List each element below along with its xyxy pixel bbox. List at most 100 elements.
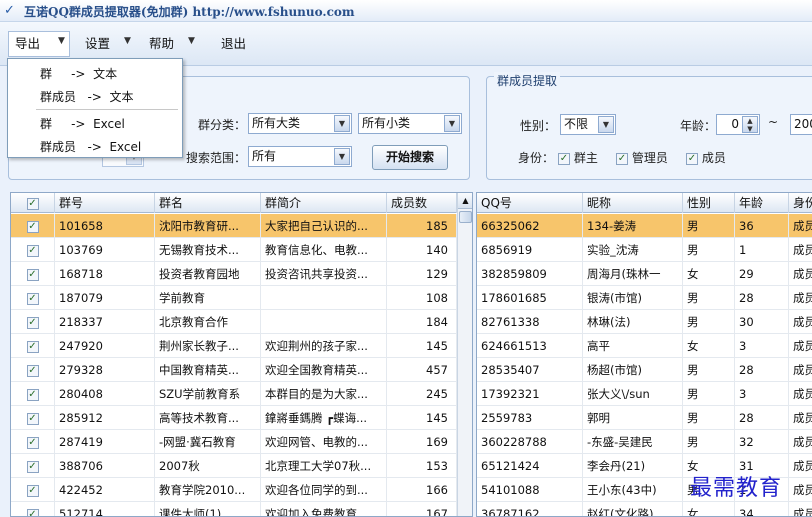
row-checkbox[interactable]: ✓: [11, 358, 55, 382]
export-members-text[interactable]: 群成员 -> 文本: [40, 88, 133, 105]
col-nickname[interactable]: 昵称: [583, 193, 683, 213]
role-cell: 成员: [789, 502, 812, 516]
gender-select[interactable]: 不限 ▼: [560, 114, 616, 135]
row-checkbox[interactable]: ✓: [11, 286, 55, 310]
menu-exit[interactable]: 退出: [214, 31, 253, 57]
member-count-cell: 166: [387, 478, 457, 502]
member-count-cell: 169: [387, 430, 457, 454]
group-intro-cell: [261, 310, 387, 334]
table-row[interactable]: 36787162赵红(文化路)女34成员: [477, 502, 812, 516]
table-row[interactable]: 382859809周海月(珠林一女29成员: [477, 262, 812, 286]
qq-cell: 382859809: [477, 262, 583, 286]
export-members-excel[interactable]: 群成员 -> Excel: [40, 138, 141, 155]
table-row[interactable]: ✓ 287419 -网盟·冀石教育 欢迎网管、电教的... 169: [11, 430, 457, 454]
menu-settings[interactable]: 设置: [78, 31, 117, 57]
age-from-input[interactable]: 0 ▲ ▼: [716, 114, 760, 135]
role-member-checkbox[interactable]: ✓ 成员: [686, 149, 726, 166]
category-select[interactable]: 所有大类 ▼: [248, 113, 352, 134]
table-row[interactable]: 178601685银涛(市馆)男28成员: [477, 286, 812, 310]
export-groups-text[interactable]: 群 -> 文本: [40, 65, 117, 82]
nickname-cell: 银涛(市馆): [583, 286, 683, 310]
table-row[interactable]: 82761338林琳(法)男30成员: [477, 310, 812, 334]
row-checkbox[interactable]: ✓: [11, 238, 55, 262]
table-row[interactable]: ✓ 422452 教育学院2010... 欢迎各位同学的到... 166: [11, 478, 457, 502]
col-group-id[interactable]: 群号: [55, 193, 155, 213]
scroll-thumb[interactable]: [459, 211, 472, 223]
role-cell: 成员: [789, 454, 812, 478]
role-cell: 成员: [789, 238, 812, 262]
col-group-name[interactable]: 群名: [155, 193, 261, 213]
table-row[interactable]: ✓ 279328 中国教育精英... 欢迎全国教育精英... 457: [11, 358, 457, 382]
export-groups-excel[interactable]: 群 -> Excel: [40, 115, 125, 132]
table-row[interactable]: 28535407杨超(市馆)男28成员: [477, 358, 812, 382]
select-all-checkbox[interactable]: ✓: [11, 193, 55, 213]
groups-scrollbar[interactable]: ▲: [457, 193, 472, 516]
scroll-up-icon[interactable]: ▲: [458, 193, 472, 209]
row-checkbox[interactable]: ✓: [11, 334, 55, 358]
role-cell: 成员: [789, 214, 812, 238]
table-row[interactable]: 17392321张大义\/sun男3成员: [477, 382, 812, 406]
member-count-cell: 167: [387, 502, 457, 516]
col-gender[interactable]: 性别: [683, 193, 735, 213]
subcategory-select[interactable]: 所有小类 ▼: [358, 113, 462, 134]
group-intro-cell: 大家把自己认识的...: [261, 214, 387, 238]
row-checkbox[interactable]: ✓: [11, 454, 55, 478]
nickname-cell: 郭明: [583, 406, 683, 430]
table-row[interactable]: ✓ 103769 无锡教育技术... 教育信息化、电教... 140: [11, 238, 457, 262]
group-name-cell: 教育学院2010...: [155, 478, 261, 502]
row-checkbox[interactable]: ✓: [11, 502, 55, 516]
group-id-cell: 388706: [55, 454, 155, 478]
row-checkbox[interactable]: ✓: [11, 262, 55, 286]
row-checkbox[interactable]: ✓: [11, 430, 55, 454]
scope-select[interactable]: 所有 ▼: [248, 146, 352, 167]
group-intro-cell: 欢迎各位同学的到...: [261, 478, 387, 502]
role-cell: 成员: [789, 406, 812, 430]
table-row[interactable]: ✓ 168718 投资者教育园地 投资咨讯共享投资... 129: [11, 262, 457, 286]
col-group-intro[interactable]: 群简介: [261, 193, 387, 213]
table-row[interactable]: 624661513高平女3成员: [477, 334, 812, 358]
check-icon: ✓: [26, 244, 39, 257]
col-qq[interactable]: QQ号: [477, 193, 583, 213]
start-search-button[interactable]: 开始搜索: [372, 145, 448, 170]
row-checkbox[interactable]: ✓: [11, 406, 55, 430]
table-row[interactable]: ✓ 247920 荆州家长教子... 欢迎荆州的孩子家... 145: [11, 334, 457, 358]
table-row[interactable]: 66325062134-姜涛男36成员: [477, 214, 812, 238]
check-icon: ✓: [26, 508, 39, 516]
col-age[interactable]: 年龄: [735, 193, 789, 213]
table-row[interactable]: ✓ 285912 高等技术教育... 鎿嶈垂鎷腾 ┏蝶诲... 145: [11, 406, 457, 430]
groups-table-header: ✓ 群号 群名 群简介 成员数: [11, 193, 457, 213]
check-icon: ✓: [558, 152, 570, 165]
table-row[interactable]: ✓ 512714 课件大师(1) 欢迎加入免费教育... 167: [11, 502, 457, 516]
table-row[interactable]: ✓ 101658 沈阳市教育研... 大家把自己认识的... 185: [11, 214, 457, 238]
table-row[interactable]: ✓ 187079 学前教育 108: [11, 286, 457, 310]
table-row[interactable]: 6856919实验_沈涛男1成员: [477, 238, 812, 262]
age-cell: 34: [735, 502, 789, 516]
group-intro-cell: 欢迎网管、电教的...: [261, 430, 387, 454]
check-icon: ✓: [26, 412, 39, 425]
group-name-cell: 沈阳市教育研...: [155, 214, 261, 238]
col-role[interactable]: 身份: [789, 193, 812, 213]
row-checkbox[interactable]: ✓: [11, 382, 55, 406]
export-dropdown: 群 -> 文本 群成员 -> 文本 群 -> Excel 群成员 -> Exce…: [7, 58, 183, 158]
col-member-count[interactable]: 成员数: [387, 193, 457, 213]
row-checkbox[interactable]: ✓: [11, 214, 55, 238]
row-checkbox[interactable]: ✓: [11, 310, 55, 334]
table-row[interactable]: 2559783郭明男28成员: [477, 406, 812, 430]
role-owner-checkbox[interactable]: ✓ 群主: [558, 149, 598, 166]
table-row[interactable]: ✓ 388706 2007秋 北京理工大学07秋... 153: [11, 454, 457, 478]
row-checkbox[interactable]: ✓: [11, 478, 55, 502]
role-admin-checkbox[interactable]: ✓ 管理员: [616, 149, 668, 166]
qq-cell: 36787162: [477, 502, 583, 516]
check-icon: ✓: [26, 484, 39, 497]
age-to-input[interactable]: 200: [790, 114, 812, 135]
chevron-down-icon: ▼: [334, 148, 350, 165]
age-cell: 29: [735, 262, 789, 286]
table-row[interactable]: 360228788-东盛-吴建民男32成员: [477, 430, 812, 454]
table-row[interactable]: ✓ 280408 SZU学前教育系 本群目的是为大家... 245: [11, 382, 457, 406]
group-id-cell: 103769: [55, 238, 155, 262]
spinner-icon[interactable]: ▲ ▼: [742, 116, 758, 133]
table-row[interactable]: ✓ 218337 北京教育合作 184: [11, 310, 457, 334]
menu-help[interactable]: 帮助: [142, 31, 181, 57]
qq-cell: 17392321: [477, 382, 583, 406]
gender-cell: 男: [683, 286, 735, 310]
